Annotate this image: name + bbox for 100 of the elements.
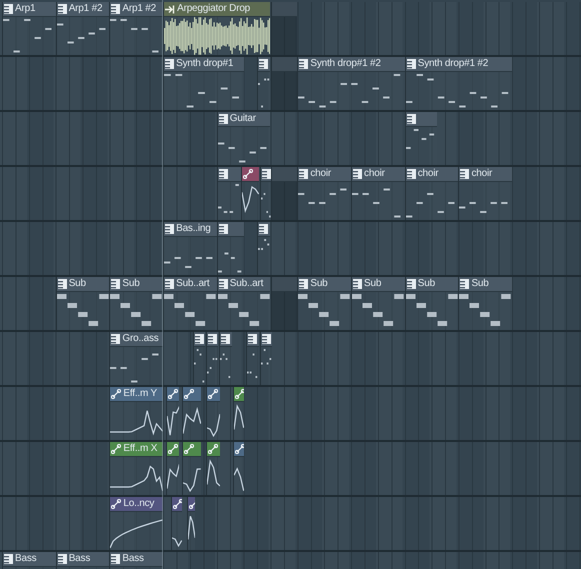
- clip-header[interactable]: [242, 167, 259, 182]
- clip-header[interactable]: [207, 387, 220, 402]
- pattern-clip[interactable]: [206, 332, 218, 385]
- clip-header[interactable]: [234, 387, 244, 402]
- clip-header[interactable]: choir: [406, 167, 458, 182]
- pattern-clip[interactable]: Sub: [458, 277, 512, 330]
- automation-clip[interactable]: [187, 497, 196, 550]
- automation-clip[interactable]: Lo..ncy: [109, 497, 164, 550]
- clip-header[interactable]: Synth drop#1: [164, 57, 244, 72]
- clip-header[interactable]: Sub: [406, 277, 458, 292]
- audio-clip[interactable]: Arpeggiator Drop: [163, 2, 270, 55]
- blank-clip[interactable]: [270, 277, 298, 330]
- pattern-clip[interactable]: Bas..ing: [163, 222, 217, 275]
- clip-header[interactable]: Arp1 #2: [110, 2, 164, 17]
- clip-header[interactable]: [194, 332, 205, 347]
- automation-clip[interactable]: [166, 387, 180, 440]
- pattern-clip[interactable]: Synth drop#1 #2: [404, 57, 512, 110]
- automation-clip[interactable]: [182, 387, 201, 440]
- clip-header[interactable]: choir: [298, 167, 352, 182]
- clip-header[interactable]: [260, 167, 272, 182]
- clip-header[interactable]: Eff..m X: [110, 442, 164, 457]
- clip-header[interactable]: Eff..m Y: [110, 387, 164, 402]
- pattern-clip[interactable]: [216, 167, 241, 220]
- clip-header[interactable]: Sub: [298, 277, 352, 292]
- pattern-clip[interactable]: Arp1: [2, 2, 56, 55]
- automation-clip[interactable]: Eff..m Y: [109, 387, 164, 440]
- pattern-clip[interactable]: [260, 167, 272, 220]
- clip-header[interactable]: choir: [352, 167, 405, 182]
- clip-header[interactable]: [172, 497, 182, 512]
- pattern-clip[interactable]: choir: [351, 167, 405, 220]
- pattern-clip[interactable]: Sub: [351, 277, 405, 330]
- clip-header[interactable]: [182, 442, 201, 457]
- clip-header[interactable]: [220, 332, 232, 347]
- clip-header[interactable]: [207, 332, 218, 347]
- clip-header[interactable]: [234, 442, 244, 457]
- pattern-clip[interactable]: [257, 57, 270, 110]
- pattern-clip[interactable]: [216, 222, 244, 275]
- pattern-clip[interactable]: Gro..ass: [109, 332, 164, 385]
- clip-header[interactable]: Gro..ass: [110, 332, 164, 347]
- clip-header[interactable]: [406, 112, 437, 127]
- automation-clip[interactable]: [171, 497, 182, 550]
- pattern-clip[interactable]: Sub: [109, 277, 164, 330]
- blank-clip[interactable]: [270, 57, 298, 110]
- clip-header[interactable]: Sub..art: [164, 277, 217, 292]
- automation-clip[interactable]: [232, 442, 244, 495]
- clip-header[interactable]: Bas..ing: [164, 222, 217, 237]
- pattern-clip[interactable]: Sub: [404, 277, 458, 330]
- clip-header[interactable]: Lo..ncy: [110, 497, 164, 512]
- clip-header[interactable]: [272, 277, 298, 292]
- clip-header[interactable]: [258, 57, 270, 72]
- pattern-clip[interactable]: [257, 222, 270, 275]
- pattern-clip[interactable]: Sub: [297, 277, 352, 330]
- pattern-clip[interactable]: [404, 112, 437, 165]
- pattern-clip[interactable]: [219, 332, 232, 385]
- clip-header[interactable]: [218, 222, 244, 237]
- automation-clip[interactable]: [182, 442, 201, 495]
- clip-header[interactable]: Guitar: [218, 112, 270, 127]
- clip-header[interactable]: Synth drop#1 #2: [298, 57, 405, 72]
- pattern-clip[interactable]: Arp1 #2: [109, 2, 164, 55]
- pattern-clip[interactable]: [246, 332, 259, 385]
- clip-header[interactable]: Arp1 #2: [56, 2, 110, 17]
- automation-clip[interactable]: Eff..m X: [109, 442, 164, 495]
- pattern-clip[interactable]: Arp1 #2: [56, 2, 110, 55]
- pattern-clip[interactable]: Synth drop#1: [163, 57, 244, 110]
- clip-header[interactable]: [166, 387, 180, 402]
- clip-header[interactable]: Arp1: [3, 2, 56, 17]
- pattern-clip[interactable]: Sub: [56, 277, 110, 330]
- automation-clip[interactable]: [232, 387, 244, 440]
- clip-header[interactable]: [247, 332, 259, 347]
- pattern-clip[interactable]: Guitar: [216, 112, 270, 165]
- pattern-clip[interactable]: Synth drop#1 #2: [297, 57, 405, 110]
- clip-header[interactable]: Sub: [56, 277, 110, 292]
- pattern-clip[interactable]: [260, 332, 272, 385]
- clip-header[interactable]: [258, 222, 270, 237]
- automation-clip[interactable]: [206, 387, 220, 440]
- clip-header[interactable]: [272, 167, 298, 182]
- clip-header[interactable]: [260, 332, 272, 347]
- clip-header[interactable]: Sub: [459, 277, 512, 292]
- clip-header[interactable]: Sub: [352, 277, 405, 292]
- clip-header[interactable]: Arpeggiator Drop: [164, 2, 270, 17]
- pattern-clip[interactable]: [192, 332, 205, 385]
- clip-header[interactable]: [182, 387, 201, 402]
- clip-header[interactable]: [218, 167, 241, 182]
- clip-header[interactable]: [272, 2, 298, 17]
- automation-clip[interactable]: [206, 442, 220, 495]
- clip-header[interactable]: [272, 57, 298, 72]
- clip-header[interactable]: choir: [459, 167, 512, 182]
- pattern-clip[interactable]: Sub..art: [216, 277, 270, 330]
- clip-header[interactable]: [188, 497, 196, 512]
- automation-clip[interactable]: [166, 442, 180, 495]
- automation-clip[interactable]: [240, 167, 259, 220]
- clip-header[interactable]: Sub: [110, 277, 164, 292]
- clip-header[interactable]: [166, 442, 180, 457]
- clip-header[interactable]: Sub..art: [218, 277, 270, 292]
- pattern-clip[interactable]: choir: [458, 167, 512, 220]
- pattern-clip[interactable]: choir: [404, 167, 458, 220]
- clip-header[interactable]: Synth drop#1 #2: [406, 57, 512, 72]
- pattern-clip[interactable]: Sub..art: [163, 277, 217, 330]
- clip-header[interactable]: [207, 442, 220, 457]
- blank-clip[interactable]: [270, 2, 298, 55]
